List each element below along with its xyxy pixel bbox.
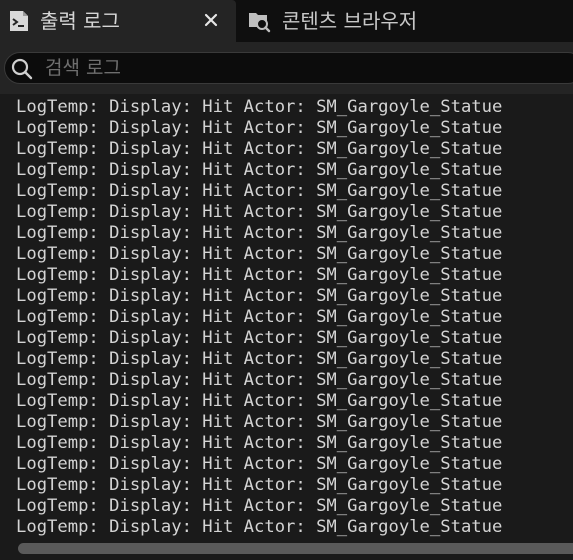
tab-output-log[interactable]: 출력 로그 xyxy=(0,0,236,42)
tab-label: 콘텐츠 브라우저 xyxy=(282,9,418,33)
log-line: LogTemp: Display: Hit Actor: SM_Gargoyle… xyxy=(16,496,503,516)
search-icon xyxy=(11,58,33,80)
log-line: LogTemp: Display: Hit Actor: SM_Gargoyle… xyxy=(16,328,503,348)
log-line: LogTemp: Display: Hit Actor: SM_Gargoyle… xyxy=(16,244,503,264)
log-line: LogTemp: Display: Hit Actor: SM_Gargoyle… xyxy=(16,433,503,453)
log-line: LogTemp: Display: Hit Actor: SM_Gargoyle… xyxy=(16,475,503,495)
tab-content-browser[interactable]: 콘텐츠 브라우저 xyxy=(238,0,573,42)
log-line: LogTemp: Display: Hit Actor: SM_Gargoyle… xyxy=(16,517,503,537)
log-line: LogTemp: Display: Hit Actor: SM_Gargoyle… xyxy=(16,349,503,369)
log-line: LogTemp: Display: Hit Actor: SM_Gargoyle… xyxy=(16,160,503,180)
log-line: LogTemp: Display: Hit Actor: SM_Gargoyle… xyxy=(16,391,503,411)
log-line: LogTemp: Display: Hit Actor: SM_Gargoyle… xyxy=(16,286,503,306)
output-log-window: 출력 로그 콘텐츠 브라우저 LogTemp: Display: Hit Act… xyxy=(0,0,573,560)
scrollbar-thumb[interactable] xyxy=(18,543,573,554)
close-icon[interactable] xyxy=(202,11,220,29)
terminal-icon xyxy=(10,11,28,31)
log-line: LogTemp: Display: Hit Actor: SM_Gargoyle… xyxy=(16,202,503,222)
search-row xyxy=(0,42,573,94)
log-line: LogTemp: Display: Hit Actor: SM_Gargoyle… xyxy=(16,265,503,285)
log-line: LogTemp: Display: Hit Actor: SM_Gargoyle… xyxy=(16,139,503,159)
log-line: LogTemp: Display: Hit Actor: SM_Gargoyle… xyxy=(16,454,503,474)
tab-bar: 출력 로그 콘텐츠 브라우저 xyxy=(0,0,573,42)
log-line: LogTemp: Display: Hit Actor: SM_Gargoyle… xyxy=(16,223,503,243)
log-line: LogTemp: Display: Hit Actor: SM_Gargoyle… xyxy=(16,412,503,432)
content-browser-icon xyxy=(249,13,271,33)
log-line: LogTemp: Display: Hit Actor: SM_Gargoyle… xyxy=(16,370,503,390)
tab-label: 출력 로그 xyxy=(40,9,120,33)
horizontal-scrollbar[interactable] xyxy=(0,538,573,560)
search-box[interactable] xyxy=(4,52,573,84)
log-lines: LogTemp: Display: Hit Actor: SM_Gargoyle… xyxy=(16,97,502,538)
search-input[interactable] xyxy=(45,53,565,83)
log-line: LogTemp: Display: Hit Actor: SM_Gargoyle… xyxy=(16,181,503,201)
log-line: LogTemp: Display: Hit Actor: SM_Gargoyle… xyxy=(16,97,503,117)
log-output-area[interactable]: LogTemp: Display: Hit Actor: SM_Gargoyle… xyxy=(0,94,573,538)
log-line: LogTemp: Display: Hit Actor: SM_Gargoyle… xyxy=(16,307,503,327)
log-line: LogTemp: Display: Hit Actor: SM_Gargoyle… xyxy=(16,118,503,138)
